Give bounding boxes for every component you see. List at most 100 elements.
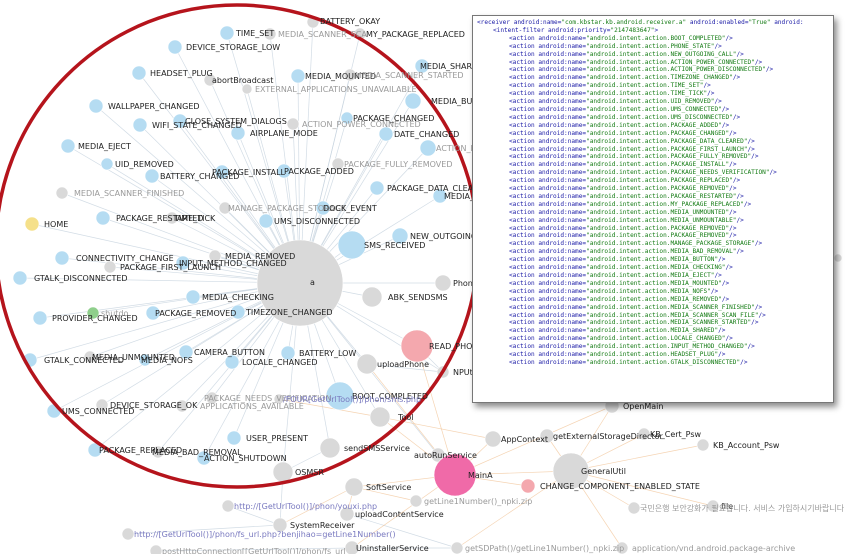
graph-node-label: /FOUR[GetUrlTool()]/phon/sms.php — [283, 395, 421, 404]
graph-node-home[interactable] — [24, 216, 40, 232]
xml-action-value: "android.intent.action.BOOT_COMPLETED" — [586, 34, 726, 42]
graph-node-sms-received[interactable] — [337, 230, 367, 260]
xml-tag: > — [654, 26, 659, 34]
graph-node-ums-disconnected[interactable] — [258, 213, 274, 229]
graph-node-upload-phone[interactable] — [356, 353, 378, 375]
graph-node-media-scanner-finished[interactable] — [55, 186, 69, 200]
graph-node-label: CAMERA_BUTTON — [194, 348, 265, 357]
graph-node-media-checking[interactable] — [185, 289, 201, 305]
graph-node-label: ACTION_SHUTDOWN — [204, 454, 287, 463]
graph-node-uid-removed[interactable] — [100, 157, 114, 171]
xml-tag: /> — [732, 113, 741, 121]
graph-node-time-set[interactable] — [219, 25, 235, 41]
xml-attr: android:name= — [538, 58, 587, 66]
xml-tag: /> — [710, 287, 719, 295]
graph-node-action-p[interactable] — [419, 139, 437, 157]
graph-node-label: READ_PHON — [429, 342, 478, 351]
graph-node-send-sms-service[interactable] — [319, 437, 341, 459]
xml-tag: /> — [769, 169, 777, 177]
graph-node-abk-sendsms[interactable] — [361, 286, 383, 308]
graph-node-post-http-connection[interactable] — [149, 544, 163, 554]
graph-node-url-youxi[interactable] — [221, 499, 235, 513]
xml-action-line: <action android:name="android.intent.act… — [477, 161, 833, 169]
xml-action-value: "android.intent.action.GTALK_DISCONNECTE… — [586, 358, 741, 366]
graph-node-change-component-enabled-state[interactable] — [520, 478, 536, 494]
xml-action-line: <action android:name="android.intent.act… — [477, 201, 833, 209]
xml-attr: android:name= — [538, 279, 587, 287]
xml-tag: <action — [509, 169, 539, 177]
graph-node-label: getExternalStorageDirector — [553, 432, 663, 441]
xml-action-line: <action android:name="android.intent.act… — [477, 153, 833, 161]
graph-node-device-storage-low[interactable] — [167, 39, 183, 55]
xml-attr: android:name= — [538, 351, 587, 359]
graph-node-label: getSDPath()/getLine1Number()_npki.zip — [465, 544, 624, 553]
xml-action-line: <action android:name="android.intent.act… — [477, 359, 833, 367]
xml-attr: android:name= — [513, 19, 562, 26]
graph-node-label: HOME — [44, 220, 68, 229]
xml-tag: <action — [509, 224, 539, 232]
graph-node-gtalk-disconnected[interactable] — [12, 270, 28, 286]
graph-node-package-restarted[interactable] — [95, 210, 111, 226]
xml-tag: /> — [736, 50, 744, 58]
xml-tag: <action — [509, 343, 539, 351]
graph-node-ext-apps-unavailable[interactable] — [241, 83, 253, 95]
xml-action-line: <action android:name="android.intent.act… — [477, 169, 833, 177]
graph-node-soft-service[interactable] — [344, 477, 364, 497]
graph-node-label: http://[GetUrlTool()]/phon/fs_url.php?be… — [134, 530, 396, 539]
graph-node-korean-notice[interactable] — [627, 501, 641, 515]
graph-node-get-line1-number-zip[interactable] — [409, 494, 423, 508]
xml-tag: /> — [725, 264, 733, 272]
graph-node-get-sd-path[interactable] — [450, 541, 464, 554]
graph-node-label: Phon — [453, 279, 473, 288]
xml-attr: android:priority= — [548, 26, 611, 34]
graph-node-media-eject[interactable] — [60, 138, 76, 154]
xml-tag: <action — [509, 295, 539, 303]
xml-tag: <action — [509, 121, 539, 129]
graph-node-kb-account-psw[interactable] — [696, 438, 710, 452]
xml-attr: android:name= — [538, 137, 587, 145]
graph-node-media-mounted[interactable] — [290, 68, 306, 84]
graph-node-locale-changed[interactable] — [224, 354, 240, 370]
xml-attr: android:name= — [538, 192, 587, 200]
xml-tag: <action — [509, 327, 539, 335]
xml-attr: android:name= — [538, 224, 587, 232]
graph-node-url-fs-url[interactable] — [121, 527, 135, 541]
xml-value: "True" — [748, 19, 771, 26]
xml-action-line: <action android:name="android.intent.act… — [477, 43, 833, 51]
graph-node-app-context[interactable] — [484, 430, 502, 448]
manifest-xml-body: <receiver android:name= "com.kbstar.kb.an… — [473, 16, 833, 367]
xml-action-value: "android.intent.action.MEDIA_BUTTON" — [586, 256, 719, 264]
graph-node-label: NEW_OUTGOING — [410, 232, 477, 241]
graph-node-user-present[interactable] — [226, 430, 242, 446]
xml-action-line: <action android:name="android.intent.act… — [477, 35, 833, 43]
graph-node-label: MEDIA_SCANNER_FINISHED — [74, 189, 184, 198]
graph-node-wallpaper-changed[interactable] — [88, 98, 104, 114]
graph-node-tool[interactable] — [369, 406, 391, 428]
graph-node-media-button[interactable] — [404, 92, 422, 110]
graph-node-provider-changed[interactable] — [32, 310, 48, 326]
graph-node-label: UMS_DISCONNECTED — [274, 217, 360, 226]
graph-node-headset-plug[interactable] — [131, 65, 147, 81]
graph-node-package-data-clear[interactable] — [369, 180, 385, 196]
xml-tag: /> — [729, 161, 737, 169]
graph-node-label: KB_Cert_Psw — [650, 430, 702, 439]
xml-action-line: <action android:name="android.intent.act… — [477, 343, 833, 351]
graph-node-label: MEDIA_SCANNER_STARTED — [355, 71, 464, 80]
graph-node-phon[interactable] — [434, 274, 452, 292]
xml-action-value: "android.intent.action.UMS_DISCONNECTED" — [586, 113, 733, 121]
xml-action-line: <action android:name="android.intent.act… — [477, 327, 833, 335]
xml-action-line: <action android:name="android.intent.act… — [477, 280, 833, 288]
graph-node-wifi-state-changed[interactable] — [132, 117, 148, 133]
xml-action-value: "android.intent.action.MEDIA_EJECT" — [586, 272, 715, 279]
xml-tag: /> — [718, 256, 726, 264]
xml-action-value: "android.intent.action.MEDIA_SCANNER_FIN… — [586, 303, 755, 311]
xml-tag: <action — [509, 216, 539, 224]
graph-node-battery-changed[interactable] — [144, 168, 160, 184]
graph-node-date-changed[interactable] — [378, 126, 394, 142]
xml-attr: android:name= — [538, 200, 587, 208]
graph-node-label: EXTERNAL_APPLICATIONS_UNAVAILABLE — [255, 85, 417, 94]
graph-node-tail-n3[interactable] — [833, 253, 843, 263]
xml-action-line: <action android:name="android.intent.act… — [477, 146, 833, 154]
graph-node-osmsr[interactable] — [272, 461, 294, 483]
graph-node-connectivity-change[interactable] — [54, 250, 70, 266]
